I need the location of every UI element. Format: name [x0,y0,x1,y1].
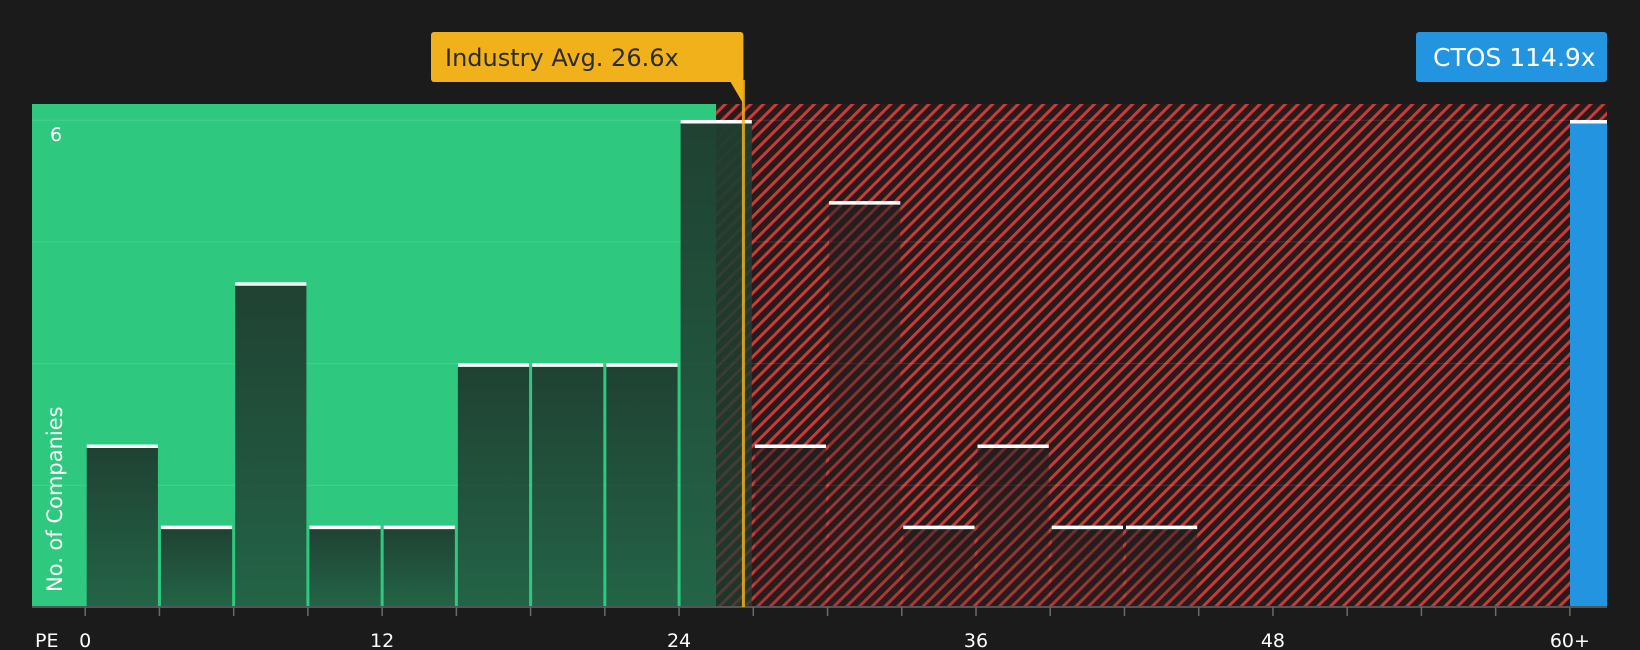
bar-10 [829,201,901,607]
bar-9 [754,444,827,607]
bar-13 [1051,525,1123,607]
bar-7 [606,363,678,607]
industry-avg-label: Industry Avg. 26.6x [445,44,679,72]
bar-12 [977,444,1049,607]
pe-distribution-chart: 0 12 24 36 48 60+ 6 No. of Companies PE Indust… [32,32,1607,650]
subject-bar [1570,120,1607,608]
x-axis-label: PE [35,630,58,650]
subject-label: CTOS 114.9x [1433,43,1596,72]
x-tick-label: 60+ [1550,630,1590,650]
bar-2 [235,282,307,607]
x-tick-label: 12 [370,630,394,650]
bar-4 [383,525,455,607]
x-tick-label: 24 [667,630,691,650]
industry-avg-pointer [729,80,744,104]
x-tick-label: 0 [79,630,91,650]
x-tick-label: 48 [1261,630,1285,650]
bar-14 [1125,525,1198,607]
bar-0 [86,444,158,607]
x-tick-label: 36 [964,630,988,650]
bar-11 [903,525,975,607]
bar-5 [457,363,530,607]
y-tick-label: 6 [50,124,62,146]
bar-6 [532,363,604,607]
bar-3 [309,525,381,607]
y-axis-label: No. of Companies [43,406,67,592]
bar-8 [680,120,752,608]
bar-1 [160,525,233,607]
